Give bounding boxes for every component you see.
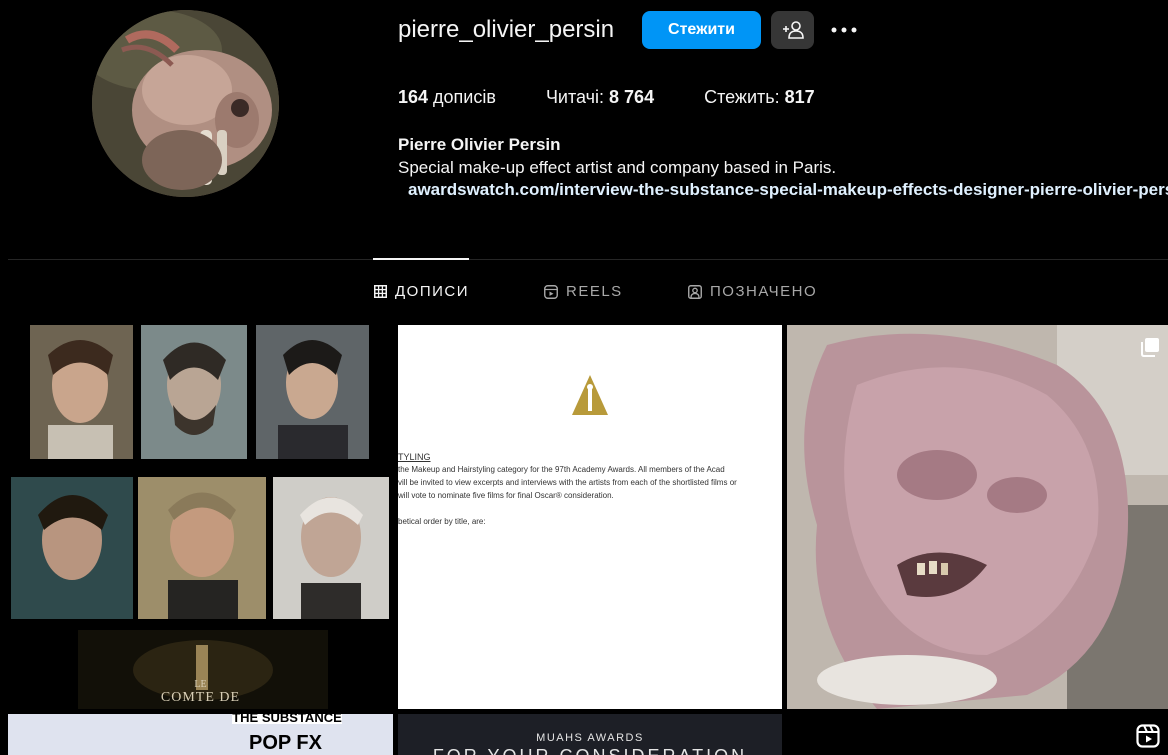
post-thumbnail-4[interactable]: THE SUBSTANCE POP FX xyxy=(8,714,393,755)
post-5-line1: MUAHS AWARDS xyxy=(536,732,644,744)
posts-count-value: 164 xyxy=(398,87,429,107)
tab-posts[interactable]: ДОПИСИ xyxy=(374,283,469,300)
doc-heading: TYLING xyxy=(398,452,431,462)
profile-link[interactable]: awardswatch.com/interview-the-substance-… xyxy=(398,180,1168,200)
following-count[interactable]: Стежить: 817 xyxy=(704,87,815,108)
post-4-line2: POP FX xyxy=(249,732,322,754)
followers-label: Читачі: xyxy=(545,87,610,107)
post-thumbnail-5[interactable]: MUAHS AWARDS FOR YOUR CONSIDERATION xyxy=(398,714,782,755)
post-1-caption-line2: COMTE DE xyxy=(160,690,241,705)
following-label: Стежить: xyxy=(704,87,785,107)
profile-username: pierre_olivier_persin xyxy=(398,16,615,43)
reels-icon xyxy=(1136,724,1160,748)
tab-posts-label: ДОПИСИ xyxy=(395,283,470,300)
posts-count-label: дописів xyxy=(428,87,496,107)
doc-line-4: will vote to nominate five films for fin… xyxy=(398,491,614,500)
follow-button[interactable]: Стежити xyxy=(642,11,761,49)
tab-reels-label: REELS xyxy=(566,283,623,300)
reels-icon xyxy=(544,284,558,299)
tab-tagged[interactable]: ПОЗНАЧЕНО xyxy=(688,283,817,300)
suggested-users-button[interactable] xyxy=(771,11,814,49)
add-user-icon xyxy=(782,21,804,39)
post-thumbnail-3[interactable] xyxy=(787,325,1168,709)
profile-stats: 164 дописів Читачі: 8 764 Стежить: 817 xyxy=(398,87,865,108)
carousel-icon xyxy=(1141,338,1159,357)
doc-line-3: vill be invited to view excerpts and int… xyxy=(398,478,737,487)
post-4-line1: THE SUBSTANCE xyxy=(232,714,342,725)
tab-tagged-label: ПОЗНАЧЕНО xyxy=(710,283,818,300)
post-thumbnail-6[interactable] xyxy=(787,714,1168,755)
post-thumbnail-1[interactable]: LE COMTE DE xyxy=(8,325,393,709)
doc-line-5: betical order by title, are: xyxy=(398,517,486,526)
more-dots-icon xyxy=(831,27,857,33)
tabs-divider xyxy=(8,259,1168,260)
post-5-line2: FOR YOUR CONSIDERATION xyxy=(398,746,782,755)
post-thumbnail-2[interactable]: TYLING the Makeup and Hairstyling catego… xyxy=(398,325,782,709)
followers-count[interactable]: Читачі: 8 764 xyxy=(546,87,654,108)
followers-value: 8 764 xyxy=(609,87,655,107)
following-value: 817 xyxy=(784,87,815,107)
tagged-icon xyxy=(688,284,702,299)
profile-tabs: ДОПИСИ REELS ПОЗНАЧЕНО xyxy=(0,283,1168,303)
oscar-logo-icon xyxy=(572,375,608,415)
more-options-button[interactable] xyxy=(828,16,860,44)
profile-avatar[interactable] xyxy=(92,10,279,197)
grid-icon xyxy=(374,285,387,298)
posts-count: 164 дописів xyxy=(398,87,496,108)
profile-bio: Special make-up effect artist and compan… xyxy=(398,158,837,177)
profile-link-text: awardswatch.com/interview-the-substance-… xyxy=(408,180,1168,199)
profile-full-name: Pierre Olivier Persin xyxy=(398,135,561,154)
post-1-caption-line1: LE xyxy=(194,679,207,690)
tab-reels[interactable]: REELS xyxy=(544,283,623,300)
active-tab-indicator xyxy=(373,258,469,260)
doc-line-2: the Makeup and Hairstyling category for … xyxy=(398,465,725,474)
